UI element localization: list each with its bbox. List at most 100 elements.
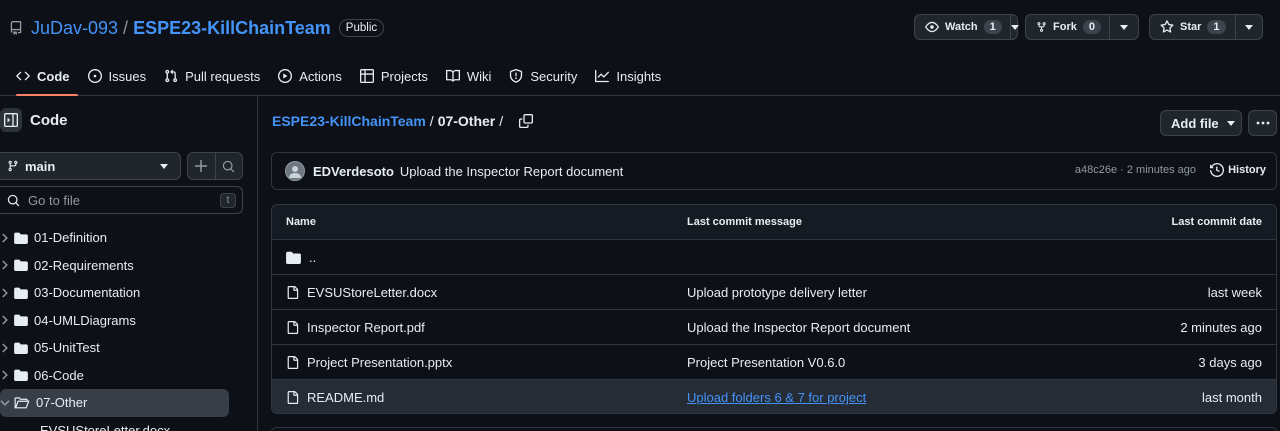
go-to-file-input[interactable]: Go to file t (0, 186, 243, 214)
chevron-right-icon (2, 315, 8, 325)
tree-folder-06-code[interactable]: 06-Code (0, 362, 258, 390)
breadcrumb-repo-link[interactable]: ESPE23-KillChainTeam (272, 113, 426, 129)
play-icon (278, 69, 293, 83)
pull-request-icon (165, 69, 178, 83)
file-name: Project Presentation.pptx (307, 354, 453, 370)
parent-directory-link[interactable]: .. (286, 250, 316, 265)
file-name-link[interactable]: Inspector Report.pdf (286, 320, 425, 335)
tab-insights[interactable]: Insights (587, 61, 669, 91)
tree-folder-04-umldiagrams[interactable]: 04-UMLDiagrams (0, 307, 258, 335)
repo-title: JuDav-093 / ESPE23-KillChainTeam Public (9, 17, 385, 39)
chevron-right-icon (2, 233, 8, 243)
file-commit-date: last week (1207, 284, 1262, 300)
copy-icon (519, 114, 534, 128)
tab-security-label: Security (530, 68, 578, 84)
tab-code[interactable]: Code (8, 61, 78, 96)
history-icon (1210, 163, 1225, 177)
parent-directory-label: .. (309, 249, 317, 265)
file-commit-message[interactable]: Upload prototype delivery letter (687, 285, 867, 300)
collapse-sidebar-button[interactable] (0, 108, 22, 132)
chevron-right-icon (2, 260, 8, 270)
add-file-plus-button[interactable] (188, 153, 216, 179)
file-commit-date: last month (1202, 390, 1262, 405)
commit-author-link[interactable]: EDVerdesoto (313, 164, 394, 179)
star-main[interactable]: Star 1 (1150, 15, 1236, 39)
tree-item-label: 03-Documentation (34, 285, 141, 301)
tree-folder-02-requirements[interactable]: 02-Requirements (0, 252, 258, 280)
tree-item-label: 05-UnitTest (34, 340, 100, 356)
latest-commit-bar: EDVerdesoto Upload the Inspector Report … (271, 152, 1277, 190)
tab-projects-label: Projects (380, 68, 428, 84)
tab-security[interactable]: Security (501, 61, 585, 91)
fork-dropdown[interactable] (1110, 15, 1138, 39)
more-options-button[interactable] (1248, 110, 1277, 136)
search-icon (223, 160, 235, 172)
tree-folder-05-unittest[interactable]: 05-UnitTest (0, 334, 258, 362)
star-dropdown[interactable] (1236, 15, 1262, 39)
tab-insights-label: Insights (616, 68, 662, 84)
table-row: EVSUStoreLetter.docx Upload prototype de… (272, 275, 1276, 310)
tree-folder-07-other[interactable]: 07-Other (0, 389, 229, 417)
folder-icon (14, 287, 28, 299)
caret-down-icon (160, 164, 168, 169)
branch-selector[interactable]: main (0, 152, 181, 180)
folder-icon (14, 369, 28, 382)
repo-owner-link[interactable]: JuDav-093 (31, 18, 118, 39)
tree-item-label: 04-UMLDiagrams (34, 312, 136, 328)
commit-hash-time[interactable]: a48c26e · 2 minutes ago (1075, 164, 1196, 176)
file-commit-date: 2 minutes ago (1180, 319, 1262, 335)
watch-count: 1 (983, 20, 1002, 34)
eye-icon (925, 21, 939, 33)
file-name-link[interactable]: Project Presentation.pptx (286, 355, 452, 370)
file-table-header: Name Last commit message Last commit dat… (272, 205, 1276, 240)
code-icon (16, 71, 30, 81)
file-tree: 01-Definition 02-Requirements 03-Documen… (0, 224, 258, 431)
repo-name-link[interactable]: ESPE23-KillChainTeam (133, 18, 331, 39)
file-name-link[interactable]: README.md (286, 390, 384, 405)
fork-main[interactable]: Fork 0 (1026, 15, 1110, 39)
watch-dropdown[interactable] (1010, 15, 1019, 39)
column-header-date: Last commit date (1171, 216, 1262, 228)
commit-message-link[interactable]: Upload the Inspector Report document (400, 164, 623, 179)
copy-path-button[interactable] (519, 114, 534, 128)
table-row: Project Presentation.pptx Project Presen… (272, 345, 1276, 380)
fork-icon (1037, 22, 1046, 32)
file-name: EVSUStoreLetter.docx (307, 284, 438, 300)
readme-panel-edge (271, 427, 1277, 431)
tab-pull-requests-label: Pull requests (185, 68, 261, 84)
fork-label: Fork (1053, 21, 1077, 33)
add-file-button[interactable]: Add file (1160, 110, 1242, 136)
watch-main[interactable]: Watch 1 (915, 15, 1011, 39)
folder-icon (14, 232, 28, 244)
folder-icon (14, 342, 28, 354)
file-commit-message[interactable]: Upload folders 6 & 7 for project (687, 390, 866, 405)
breadcrumb-trailing-separator: / (499, 113, 504, 129)
tab-code-label: Code (37, 68, 70, 84)
tree-folder-03-documentation[interactable]: 03-Documentation (0, 279, 258, 307)
star-button[interactable]: Star 1 (1149, 14, 1263, 40)
tab-actions[interactable]: Actions (270, 61, 350, 91)
star-count: 1 (1207, 20, 1226, 34)
file-icon (287, 285, 299, 299)
tab-pull-requests[interactable]: Pull requests (156, 61, 268, 91)
tab-issues[interactable]: Issues (80, 61, 155, 91)
file-icon (287, 320, 299, 334)
avatar[interactable] (285, 161, 305, 181)
tab-wiki[interactable]: Wiki (438, 61, 500, 91)
tree-folder-01-definition[interactable]: 01-Definition (0, 224, 258, 252)
file-commit-message[interactable]: Project Presentation V0.6.0 (687, 355, 845, 370)
tab-projects[interactable]: Projects (352, 61, 436, 91)
history-button[interactable]: History (1210, 163, 1266, 177)
caret-down-icon (1120, 24, 1128, 30)
search-code-button[interactable] (216, 153, 243, 179)
watch-button[interactable]: Watch 1 (914, 14, 1019, 40)
file-commit-message[interactable]: Upload the Inspector Report document (687, 320, 910, 335)
caret-down-icon (1010, 24, 1019, 30)
file-name-link[interactable]: EVSUStoreLetter.docx (286, 285, 437, 300)
repo-icon (9, 20, 23, 36)
tab-actions-label: Actions (299, 68, 342, 84)
file-commit-date: 3 days ago (1198, 354, 1262, 370)
fork-button[interactable]: Fork 0 (1025, 14, 1139, 40)
table-row-parent[interactable]: .. (272, 240, 1276, 275)
tree-file-evsustoreletter[interactable]: EVSUStoreLetter.docx (0, 417, 258, 431)
